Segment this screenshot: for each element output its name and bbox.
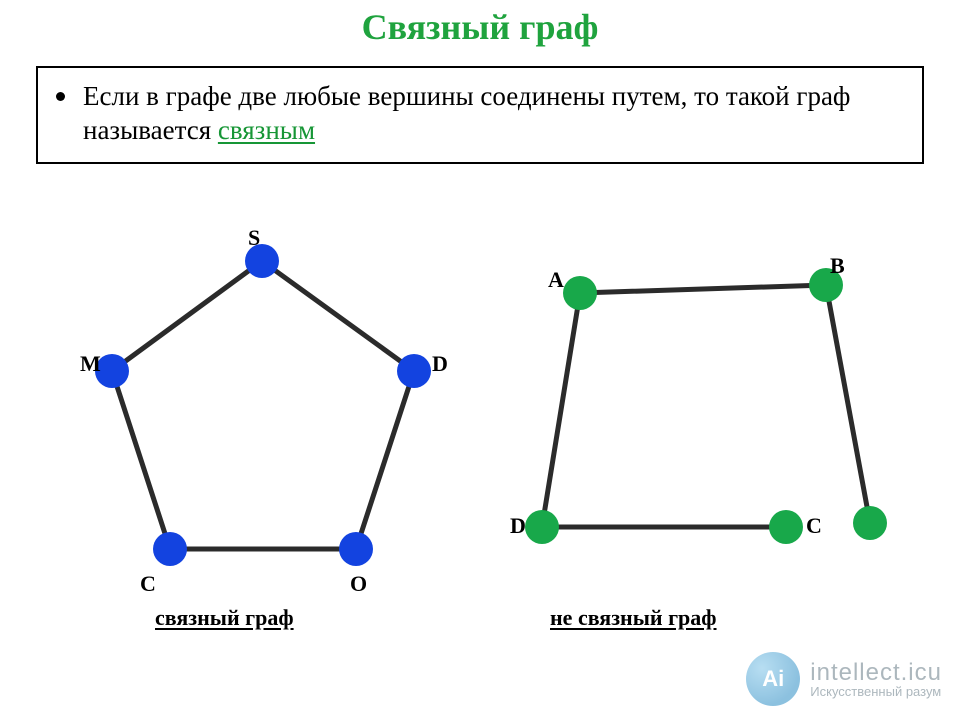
graph-node-connected-D bbox=[397, 354, 431, 388]
vertex-label-connected-S: S bbox=[248, 225, 260, 251]
watermark-main: intellect.icu bbox=[810, 660, 942, 685]
watermark-sub: Искусственный разум bbox=[810, 685, 942, 699]
graph-edge bbox=[542, 293, 580, 527]
definition-box: Если в графе две любые вершины соединены… bbox=[36, 66, 924, 164]
graph-edge bbox=[580, 285, 826, 293]
graph-node-disconnected-C bbox=[769, 510, 803, 544]
bullet-icon bbox=[56, 92, 65, 101]
definition-term: связным bbox=[218, 115, 315, 145]
vertex-label-connected-O: O bbox=[350, 571, 367, 597]
diagrams-area: S D O C M A B C D связный граф не связный граф bbox=[0, 205, 960, 635]
vertex-label-disconnected-B: B bbox=[830, 253, 845, 279]
definition-text: Если в графе две любые вершины соединены… bbox=[83, 80, 904, 148]
caption-disconnected: не связный граф bbox=[550, 605, 717, 631]
vertex-label-disconnected-A: A bbox=[548, 267, 564, 293]
graph-node-connected-O bbox=[339, 532, 373, 566]
graph-edge bbox=[826, 285, 870, 523]
page-title: Связный граф bbox=[0, 0, 960, 48]
graph-node-disconnected-E bbox=[853, 506, 887, 540]
definition-prefix: Если в графе две любые вершины соединены… bbox=[83, 81, 850, 145]
vertex-label-disconnected-D: D bbox=[510, 513, 526, 539]
graph-edge bbox=[356, 371, 414, 549]
watermark-badge-icon: Аі bbox=[746, 652, 800, 706]
watermark: Аі intellect.icu Искусственный разум bbox=[746, 652, 942, 706]
graph-node-connected-C bbox=[153, 532, 187, 566]
graph-edge bbox=[112, 261, 262, 371]
vertex-label-connected-M: M bbox=[80, 351, 101, 377]
graph-node-disconnected-D bbox=[525, 510, 559, 544]
vertex-label-connected-C: C bbox=[140, 571, 156, 597]
caption-connected: связный граф bbox=[155, 605, 294, 631]
vertex-label-connected-D: D bbox=[432, 351, 448, 377]
graph-edge bbox=[262, 261, 414, 371]
vertex-label-disconnected-C: C bbox=[806, 513, 822, 539]
graph-edge bbox=[112, 371, 170, 549]
graph-node-disconnected-A bbox=[563, 276, 597, 310]
